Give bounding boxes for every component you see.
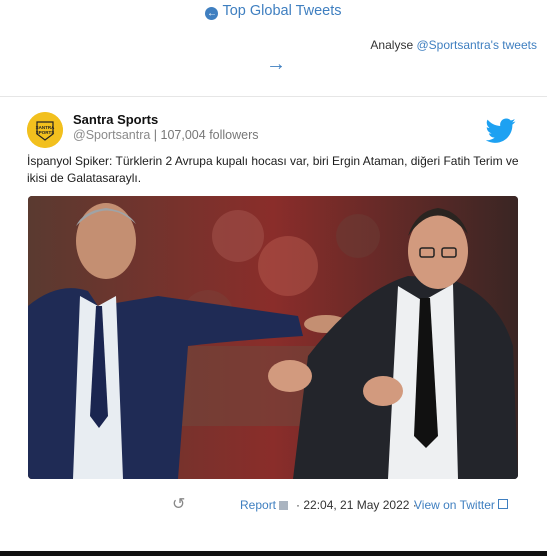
view-label: View on Twitter [414, 498, 495, 512]
timestamp: · 22:04, 21 May 2022 · [296, 498, 417, 512]
dot-separator: · [296, 498, 300, 512]
analyse-row: Analyse @Sportsantra's tweets [370, 38, 537, 52]
tweet-photo[interactable] [28, 196, 518, 479]
arrow-right-icon[interactable]: → [266, 54, 286, 74]
meta-separator: | [153, 128, 158, 142]
flag-icon [279, 501, 289, 510]
analyse-prefix: Analyse [370, 38, 414, 52]
top-global-tweets-link[interactable]: ← Top Global Tweets [0, 3, 547, 20]
followers-count: 107,004 followers [160, 128, 259, 142]
svg-text:SPORTS: SPORTS [36, 130, 55, 135]
tweet-text: İspanyol Spiker: Türklerin 2 Avrupa kupa… [27, 154, 519, 185]
divider [0, 96, 547, 97]
user-handle[interactable]: @Sportsantra [73, 128, 150, 142]
user-name[interactable]: Santra Sports [73, 112, 158, 127]
retweet-icon[interactable]: ↺ [172, 497, 185, 513]
tweet-footer: ↺ Report · 22:04, 21 May 2022 · View on … [0, 497, 547, 515]
avatar[interactable]: SANTRA SPORTS [27, 112, 63, 148]
analyse-user-link[interactable]: @Sportsantra's tweets [416, 38, 537, 52]
bottom-bar [0, 551, 547, 556]
report-link[interactable]: Report [240, 498, 289, 512]
user-meta: @Sportsantra | 107,004 followers [73, 128, 259, 142]
top-global-tweets-label: Top Global Tweets [222, 3, 342, 19]
view-on-twitter-link[interactable]: View on Twitter [414, 498, 508, 512]
report-label: Report [240, 498, 277, 512]
twitter-bird-icon[interactable] [485, 118, 516, 144]
timestamp-text: 22:04, 21 May 2022 [303, 498, 410, 512]
external-link-icon [497, 499, 508, 509]
arrow-left-circle-icon: ← [205, 7, 219, 20]
